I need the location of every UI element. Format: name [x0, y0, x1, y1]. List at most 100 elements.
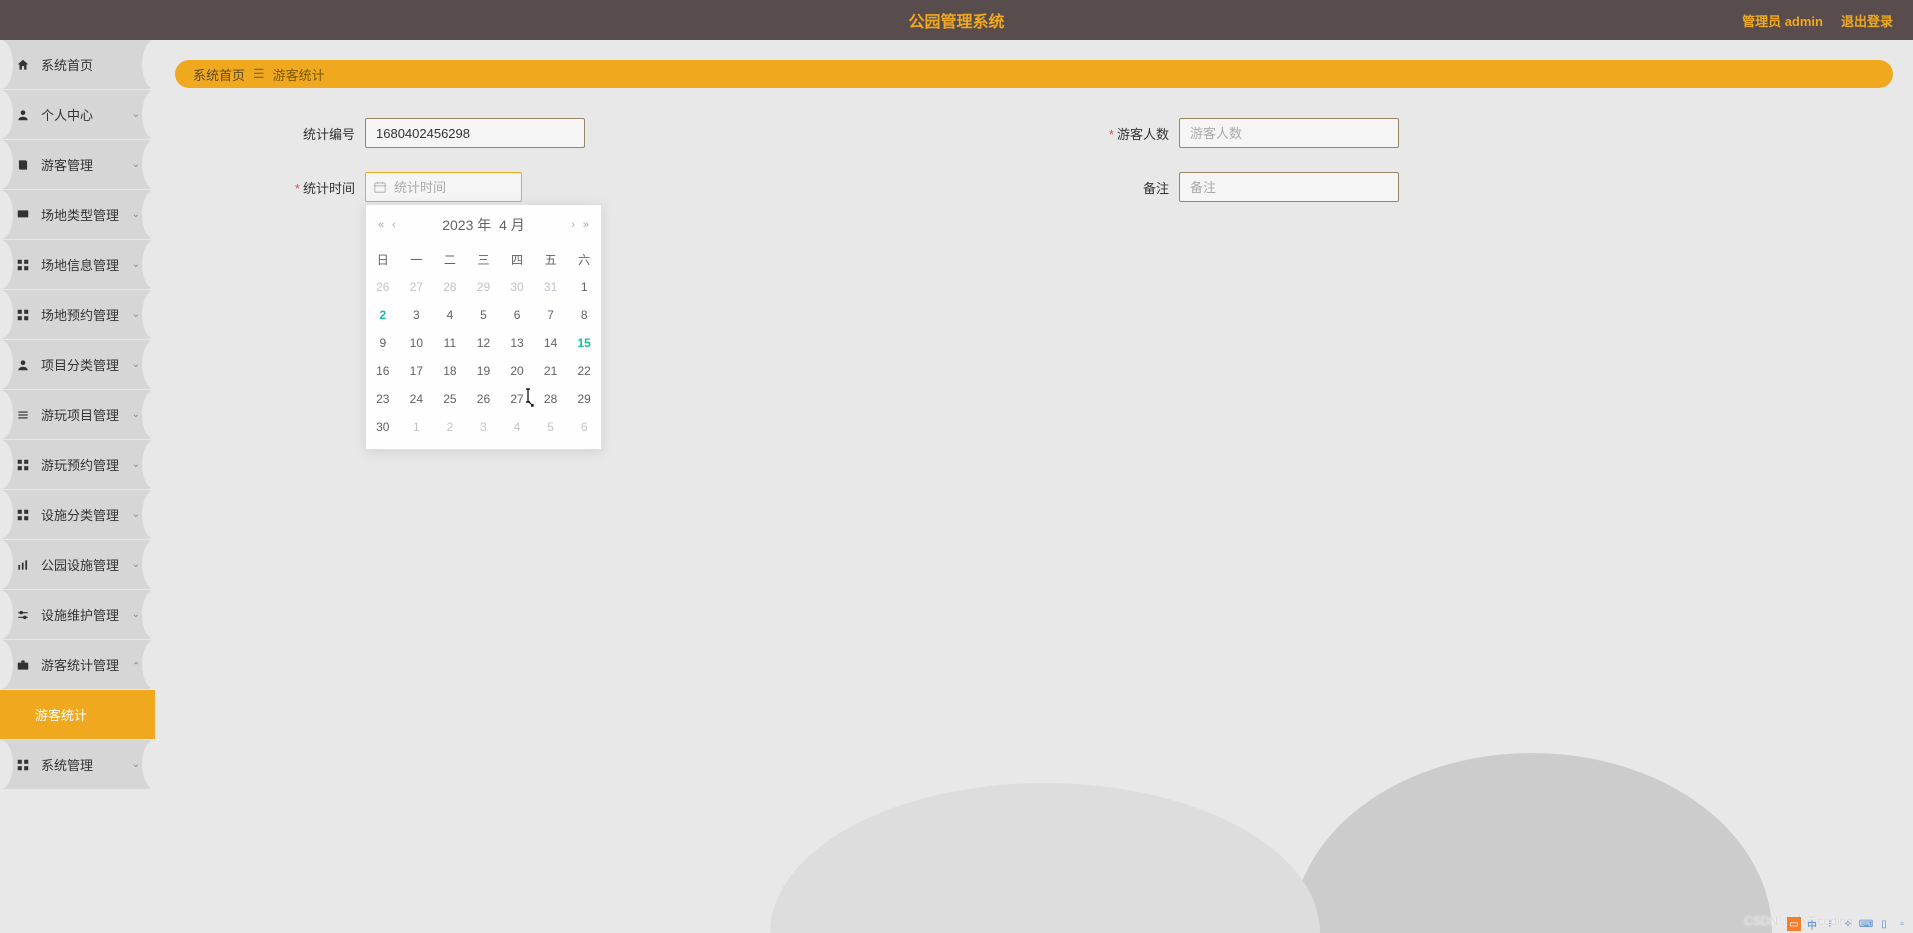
- calendar-day[interactable]: 4: [433, 301, 467, 329]
- sidebar-item-10[interactable]: 公园设施管理 ⌄: [0, 540, 155, 589]
- stat-time-input[interactable]: [365, 172, 522, 202]
- calendar-day[interactable]: 21: [534, 357, 568, 385]
- sidebar-item-11[interactable]: 设施维护管理 ⌄: [0, 590, 155, 639]
- calendar-grid: 日一二三四五六 26272829303112345678910111213141…: [366, 245, 601, 441]
- calendar-day[interactable]: 17: [400, 357, 434, 385]
- calendar-day[interactable]: 29: [467, 273, 501, 301]
- calendar-day[interactable]: 16: [366, 357, 400, 385]
- weekday-header: 一: [400, 245, 434, 273]
- calendar-day[interactable]: 9: [366, 329, 400, 357]
- sidebar-item-7[interactable]: 游玩项目管理 ⌄: [0, 390, 155, 439]
- chevron-down-icon: ⌄: [132, 159, 140, 170]
- breadcrumb-separator-icon: ☰: [253, 66, 265, 82]
- visitor-count-input[interactable]: [1179, 118, 1399, 148]
- sidebar-item-13[interactable]: 系统管理 ⌄: [0, 740, 155, 789]
- calendar-day[interactable]: 27: [400, 273, 434, 301]
- remark-input[interactable]: [1179, 172, 1399, 202]
- calendar-day[interactable]: 30: [500, 273, 534, 301]
- weekday-header: 日: [366, 245, 400, 273]
- calendar-day[interactable]: 3: [467, 413, 501, 441]
- breadcrumb-home[interactable]: 系统首页: [193, 65, 245, 84]
- calendar-day[interactable]: 20: [500, 357, 534, 385]
- calendar-day[interactable]: 6: [500, 301, 534, 329]
- chevron-down-icon: ⌄: [132, 559, 140, 570]
- weekday-header: 五: [534, 245, 568, 273]
- weekday-header: 二: [433, 245, 467, 273]
- sidebar-item-9[interactable]: 设施分类管理 ⌄: [0, 490, 155, 539]
- stat-time-wrapper: « ‹ 2023 年 4 月 › » 日一二三四五六 2627282930311…: [365, 172, 522, 202]
- sidebar-subitem-visitor-stats[interactable]: 游客统计: [0, 690, 155, 739]
- weekday-header: 三: [467, 245, 501, 273]
- calendar-day[interactable]: 19: [467, 357, 501, 385]
- calendar-title: 2023 年 4 月: [442, 215, 525, 235]
- sliders-icon: [15, 607, 31, 623]
- calendar-day[interactable]: 22: [567, 357, 601, 385]
- prev-year-button[interactable]: «: [378, 219, 384, 231]
- calendar-day[interactable]: 15: [567, 329, 601, 357]
- sidebar-item-3[interactable]: 场地类型管理 ⌄: [0, 190, 155, 239]
- sidebar-item-label: 游客统计管理: [41, 655, 119, 674]
- grid-icon: [15, 257, 31, 273]
- calendar-day[interactable]: 2: [433, 413, 467, 441]
- calendar-day[interactable]: 11: [433, 329, 467, 357]
- calendar-day[interactable]: 2: [366, 301, 400, 329]
- calendar-day[interactable]: 10: [400, 329, 434, 357]
- breadcrumb: 系统首页 ☰ 游客统计: [175, 60, 1893, 88]
- next-month-button[interactable]: ›: [571, 219, 575, 231]
- calendar-day[interactable]: 12: [467, 329, 501, 357]
- sidebar-item-2[interactable]: 游客管理 ⌄: [0, 140, 155, 189]
- form-row-stat-time: *统计时间 « ‹ 2023 年 4 月 › »: [265, 172, 1079, 202]
- prev-month-button[interactable]: ‹: [392, 219, 396, 231]
- calendar-day[interactable]: 1: [567, 273, 601, 301]
- grid-icon: [15, 457, 31, 473]
- sidebar-item-12[interactable]: 游客统计管理 ⌄: [0, 640, 155, 689]
- app-title: 公园管理系统: [908, 8, 1004, 32]
- calendar-day[interactable]: 6: [567, 413, 601, 441]
- calendar-day[interactable]: 8: [567, 301, 601, 329]
- calendar-day[interactable]: 30: [366, 413, 400, 441]
- calendar-day[interactable]: 25: [433, 385, 467, 413]
- sidebar-item-label: 游客统计: [35, 705, 87, 724]
- form-row-stat-id: 统计编号: [265, 118, 1079, 148]
- chevron-down-icon: ⌄: [132, 659, 140, 670]
- calendar-day[interactable]: 13: [500, 329, 534, 357]
- chevron-down-icon: ⌄: [132, 409, 140, 420]
- calendar-day[interactable]: 29: [567, 385, 601, 413]
- form-row-visitor-count: *游客人数: [1079, 118, 1893, 148]
- sidebar-item-5[interactable]: 场地预约管理 ⌄: [0, 290, 155, 339]
- weekday-header: 六: [567, 245, 601, 273]
- calendar-day[interactable]: 18: [433, 357, 467, 385]
- calendar-day[interactable]: 5: [534, 413, 568, 441]
- sidebar-item-1[interactable]: 个人中心 ⌄: [0, 90, 155, 139]
- calendar-day[interactable]: 3: [400, 301, 434, 329]
- logout-link[interactable]: 退出登录: [1841, 11, 1893, 30]
- calendar-day[interactable]: 1: [400, 413, 434, 441]
- sidebar-item-0[interactable]: 系统首页: [0, 40, 155, 89]
- sidebar-item-6[interactable]: 项目分类管理 ⌄: [0, 340, 155, 389]
- briefcase-icon: [15, 657, 31, 673]
- calendar-day[interactable]: 27: [500, 385, 534, 413]
- next-year-button[interactable]: »: [583, 219, 589, 231]
- sidebar-item-4[interactable]: 场地信息管理 ⌄: [0, 240, 155, 289]
- calendar-day[interactable]: 26: [366, 273, 400, 301]
- calendar-day[interactable]: 24: [400, 385, 434, 413]
- calendar-day[interactable]: 26: [467, 385, 501, 413]
- calendar-day[interactable]: 23: [366, 385, 400, 413]
- chevron-down-icon: ⌄: [132, 609, 140, 620]
- main-content: 系统首页 ☰ 游客统计 统计编号 *游客人数 *统计时间: [155, 40, 1913, 933]
- calendar-day[interactable]: 28: [433, 273, 467, 301]
- calendar-day[interactable]: 28: [534, 385, 568, 413]
- calendar-day[interactable]: 5: [467, 301, 501, 329]
- monitor-icon: [15, 207, 31, 223]
- current-user-label[interactable]: 管理员 admin: [1742, 11, 1823, 30]
- stat-id-input[interactable]: [365, 118, 585, 148]
- sidebar-item-8[interactable]: 游玩预约管理 ⌄: [0, 440, 155, 489]
- grid-icon: [15, 757, 31, 773]
- calendar-day[interactable]: 7: [534, 301, 568, 329]
- calendar-day[interactable]: 4: [500, 413, 534, 441]
- calendar-day[interactable]: 31: [534, 273, 568, 301]
- calendar-day[interactable]: 14: [534, 329, 568, 357]
- chevron-down-icon: ⌄: [132, 209, 140, 220]
- grid-icon: [15, 507, 31, 523]
- sidebar-item-label: 游玩项目管理: [41, 405, 119, 424]
